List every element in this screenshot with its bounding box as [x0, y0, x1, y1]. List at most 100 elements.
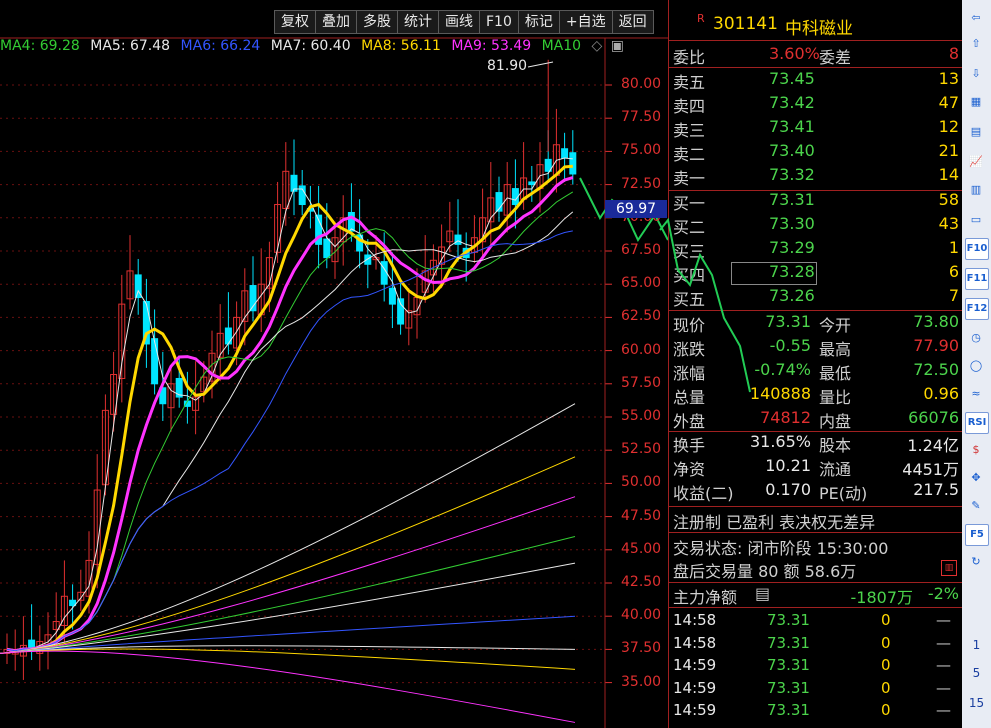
- up-arrow-icon[interactable]: ⇦: [965, 8, 987, 28]
- fundamental-label: 流通: [819, 460, 852, 479]
- tick-direction: —: [936, 656, 951, 674]
- quote-label: 外盘: [673, 412, 706, 431]
- y-tick-label: 50.00: [621, 474, 662, 491]
- y-tick-label: 65.00: [621, 275, 662, 292]
- window-icon[interactable]: ▭: [965, 210, 987, 230]
- multi-stock-button[interactable]: 多股: [356, 10, 398, 34]
- y-tick-label: 57.50: [621, 374, 662, 391]
- candle-icon[interactable]: ▥: [965, 180, 987, 200]
- bid-row[interactable]: 买一 73.31 58: [669, 190, 963, 213]
- kline-chart[interactable]: 复权 叠加 多股 统计 画线 F10 标记 +自选 返回 MA4: 69.28 …: [0, 0, 668, 728]
- level-price: 73.26: [769, 286, 815, 305]
- level-label: 买一: [673, 194, 706, 213]
- level-label: 卖五: [673, 73, 706, 92]
- grid-icon[interactable]: ▦: [965, 92, 987, 112]
- refresh-icon[interactable]: ↻: [965, 552, 987, 572]
- after-hours-chart-icon[interactable]: ▥: [941, 560, 957, 576]
- ask-row[interactable]: 卖三 73.41 12: [669, 117, 963, 140]
- fundamental-label: PE(动): [819, 484, 868, 503]
- bid-row[interactable]: 买五 73.26 7: [669, 286, 963, 309]
- f10-button[interactable]: F10: [479, 10, 519, 34]
- period-number[interactable]: 1: [962, 638, 991, 652]
- level-volume: 43: [938, 214, 959, 233]
- f12-icon[interactable]: F12: [965, 298, 989, 320]
- tick-price: 73.31: [767, 701, 810, 719]
- bid-row[interactable]: 买三 73.29 1: [669, 238, 963, 261]
- line-chart-icon[interactable]: 📈: [965, 152, 987, 172]
- ma10-label: MA10: [541, 38, 582, 54]
- after-hours-row: 盘后交易量 80 额 58.6万 ▥: [669, 558, 963, 581]
- candle-body: [388, 287, 396, 305]
- level-label: 卖一: [673, 169, 706, 188]
- overlay-button[interactable]: 叠加: [315, 10, 357, 34]
- f11-icon[interactable]: F11: [965, 268, 989, 290]
- rsi-icon[interactable]: RSI: [965, 412, 989, 434]
- tick-price: 73.31: [767, 656, 810, 674]
- wave-icon[interactable]: ≈: [965, 384, 987, 404]
- restore-rights-button[interactable]: 复权: [274, 10, 316, 34]
- y-tick-label: 77.50: [621, 109, 662, 126]
- ma8-label: MA8: 56.11: [361, 38, 441, 54]
- down-arrow-icon[interactable]: ⇩: [965, 64, 987, 84]
- r-badge: R: [697, 12, 705, 25]
- selected-bid-highlight: [731, 262, 817, 285]
- mark-button[interactable]: 标记: [517, 10, 560, 34]
- fundamental-value: 1.24亿: [907, 436, 959, 455]
- fundamental-label: 收益(二): [673, 484, 734, 503]
- candle-body: [347, 211, 355, 232]
- move-icon[interactable]: ✥: [965, 468, 987, 488]
- level-label: 买四: [673, 266, 706, 285]
- draw-line-button[interactable]: 画线: [438, 10, 480, 34]
- divider: [669, 582, 963, 583]
- y-tick-label: 37.50: [621, 640, 662, 657]
- f10-icon[interactable]: F10: [965, 238, 989, 260]
- pen-icon[interactable]: ✎: [965, 496, 987, 516]
- fundamental-label: 换手: [673, 436, 706, 455]
- quote-value: 72.50: [913, 360, 959, 379]
- tick-row: 14:58 73.31 0 —: [669, 611, 963, 633]
- period-number[interactable]: 15: [962, 696, 991, 710]
- y-tick-label: 60.00: [621, 341, 662, 358]
- quote-value: 0.96: [923, 384, 959, 403]
- ma4-label: MA4: 69.28: [0, 38, 80, 54]
- bid-row[interactable]: 买二 73.30 43: [669, 214, 963, 237]
- fundamental-label: 股本: [819, 436, 852, 455]
- candle-body: [397, 298, 405, 325]
- add-watchlist-button[interactable]: +自选: [558, 10, 613, 34]
- ask-row[interactable]: 卖五 73.45 13: [669, 69, 963, 92]
- ratio-row: 委比 3.60% 委差 8: [669, 44, 963, 67]
- circle-icon[interactable]: ◯: [965, 356, 987, 376]
- quote-label: 最低: [819, 364, 852, 383]
- ask-row[interactable]: 卖二 73.40 21: [669, 141, 963, 164]
- fundamental-value: 4451万: [902, 460, 959, 479]
- level-price: 73.32: [769, 165, 815, 184]
- ask-row[interactable]: 卖一 73.32 14: [669, 165, 963, 188]
- y-tick-label: 40.00: [621, 607, 662, 624]
- tick-price: 73.31: [767, 678, 810, 697]
- toggle-panel-icon[interactable]: ▣: [611, 38, 624, 54]
- quote-row: 总量 140888 量比 0.96: [669, 384, 963, 407]
- f5-icon[interactable]: F5: [965, 524, 989, 546]
- quote-value: 140888: [749, 384, 811, 403]
- high-marker-arrow: [527, 61, 554, 68]
- level-volume: 13: [938, 69, 959, 88]
- home-icon[interactable]: ⇧: [965, 34, 987, 54]
- high-marker: 81.90: [487, 58, 528, 74]
- diamond-icon[interactable]: ◇: [592, 38, 603, 54]
- clock-icon[interactable]: ◷: [965, 328, 987, 348]
- quote-label: 涨跌: [673, 340, 706, 359]
- statistics-button[interactable]: 统计: [397, 10, 439, 34]
- ma5-label: MA5: 67.48: [90, 38, 171, 54]
- dollar-icon[interactable]: $: [965, 440, 987, 460]
- list-icon[interactable]: ▤: [965, 122, 987, 142]
- back-button[interactable]: 返回: [611, 10, 654, 34]
- stock-name[interactable]: 中科磁业: [785, 14, 853, 39]
- ask-row[interactable]: 卖四 73.42 47: [669, 93, 963, 116]
- divider: [669, 67, 963, 68]
- y-tick-label: 80.00: [621, 76, 662, 92]
- kline-canvas[interactable]: [0, 0, 668, 728]
- flags-row: 注册制 已盈利 表决权无差异: [669, 509, 963, 532]
- menu-icon[interactable]: ▤: [755, 584, 770, 603]
- period-number[interactable]: 5: [962, 666, 991, 680]
- stock-code[interactable]: 301141: [713, 14, 778, 34]
